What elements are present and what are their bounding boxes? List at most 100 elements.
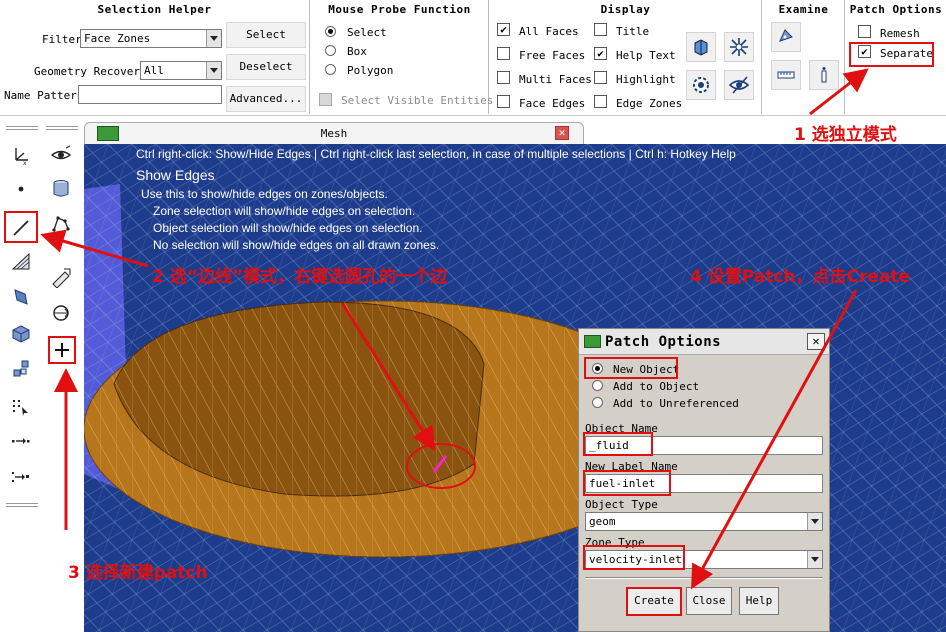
annotation-step-1: 1 选独立模式 [794,125,897,145]
free-faces-checkbox[interactable] [497,47,510,60]
help-text-label: Help Text [616,49,676,62]
explode-view-icon[interactable] [724,32,754,62]
object-mode-icon[interactable] [7,283,35,311]
select-nodes-icon[interactable] [7,393,35,421]
filter-label: Filter [42,33,82,46]
display-panel: Display ✔ All Faces Free Faces Multi Fac… [490,0,762,114]
all-faces-checkbox[interactable]: ✔ [497,23,510,36]
highlight-label: Highlight [616,73,676,86]
close-icon[interactable]: ✕ [555,126,569,140]
filter-combo-value: Face Zones [84,32,151,45]
highlight-separate [849,42,934,67]
toolbar-grip[interactable] [46,126,78,130]
mesh-hint-line: Ctrl right-click: Show/Hide Edges | Ctrl… [136,147,736,161]
add-to-object-radio[interactable] [592,380,603,391]
name-pattern-input[interactable] [78,85,222,104]
cylinder-tool-icon[interactable] [47,175,75,203]
highlight-object-name [583,432,653,456]
mesh-help-line: Use this to show/hide edges on zones/obj… [141,187,388,201]
probe-shape-icon[interactable] [771,22,801,52]
object-type-label: Object Type [585,498,658,511]
probe-select-label: Select [347,26,387,39]
highlight-edge-tool [4,211,38,243]
chevron-down-icon[interactable] [206,62,221,79]
selection-helper-panel: Selection Helper Filter Face Zones Geome… [0,0,310,114]
info-icon[interactable] [809,60,839,90]
highlight-label-name [583,470,671,496]
edge-zones-label: Edge Zones [616,97,683,110]
multi-object-icon[interactable] [7,355,35,383]
face-edges-checkbox[interactable] [497,95,510,108]
all-faces-label: All Faces [519,25,579,38]
add-to-unreferenced-radio[interactable] [592,397,603,408]
probe-polygon-radio[interactable] [325,64,336,75]
selection-helper-title: Selection Helper [97,3,212,16]
face-edges-label: Face Edges [519,97,586,110]
mouse-probe-title: Mouse Probe Function [328,3,471,16]
left-tool-strip: x [0,117,84,632]
body-mode-icon[interactable] [7,320,35,348]
probe-box-label: Box [347,45,367,58]
highlight-zone-type [583,545,685,570]
close-icon[interactable]: ✕ [807,333,825,350]
mesh-help-line: No selection will show/hide edges on all… [153,238,440,252]
mouse-probe-panel: Mouse Probe Function Select Box Polygon … [311,0,493,114]
move-nodes-icon[interactable] [7,427,35,455]
remesh-checkbox[interactable] [858,25,871,38]
svg-text:x: x [23,160,27,166]
geometry-recovery-label: Geometry Recovery [34,65,147,78]
annotation-step-4: 4 设置Patch，点击Create [690,267,911,287]
filter-combo[interactable]: Face Zones [80,29,222,48]
geometry-recovery-value: All [144,64,164,77]
close-button[interactable]: Close [686,587,732,615]
highlight-create [626,587,682,616]
face-mode-icon[interactable] [7,248,35,276]
free-faces-label: Free Faces [519,49,586,62]
multi-faces-checkbox[interactable] [497,71,510,84]
chevron-down-icon[interactable] [807,513,822,530]
mesh-window-tab[interactable]: Mesh ✕ [84,122,584,144]
title-checkbox[interactable] [594,23,607,36]
visibility-eye-icon[interactable] [47,141,75,169]
select-button[interactable]: Select [226,22,306,48]
geometry-recovery-combo[interactable]: All [140,61,222,80]
merge-nodes-icon[interactable] [7,463,35,491]
eye-visibility-icon[interactable] [724,70,754,100]
deselect-button[interactable]: Deselect [226,54,306,80]
toolbar-grip[interactable] [6,503,38,507]
toolbar-grip[interactable] [6,126,38,130]
axis-tool-icon[interactable]: x [7,141,35,169]
annotation-step-3: 3 选择新建patch [68,563,208,583]
examine-title: Examine [778,3,829,16]
chevron-down-icon[interactable] [206,30,221,47]
display-title: Display [600,3,651,16]
probe-polygon-label: Polygon [347,64,394,77]
mesh-help-line: Zone selection will show/hide edges on s… [153,204,416,218]
remesh-label: Remesh [880,27,920,40]
add-to-object-label: Add to Object [613,380,700,393]
ruler-icon[interactable] [771,60,801,90]
object-type-select[interactable]: geom [585,512,823,531]
probe-select-radio[interactable] [325,26,336,37]
gear-zone-icon[interactable] [686,70,716,100]
split-tool-icon[interactable] [47,263,75,291]
new-patch-icon[interactable] [48,336,76,364]
edge-zones-checkbox[interactable] [594,95,607,108]
chevron-down-icon[interactable] [807,551,822,568]
multi-faces-label: Multi Faces [519,73,592,86]
box-view-icon[interactable] [686,32,716,62]
probe-box-radio[interactable] [325,45,336,56]
patch-options-title: Patch Options [849,3,943,16]
point-mode-icon[interactable] [7,175,35,203]
select-visible-entities-checkbox[interactable] [319,93,332,106]
patch-dialog-header[interactable]: Patch Options ✕ [579,329,829,355]
object-type-value: geom [589,515,616,528]
rotate-tool-icon[interactable] [47,299,75,327]
help-button[interactable]: Help [739,587,779,615]
highlight-checkbox[interactable] [594,71,607,84]
help-text-checkbox[interactable]: ✔ [594,47,607,60]
advanced-button[interactable]: Advanced... [226,86,306,112]
polyline-tool-icon[interactable] [47,209,75,237]
dialog-separator [585,577,823,579]
mesh-help-line: Object selection will show/hide edges on… [153,221,423,235]
